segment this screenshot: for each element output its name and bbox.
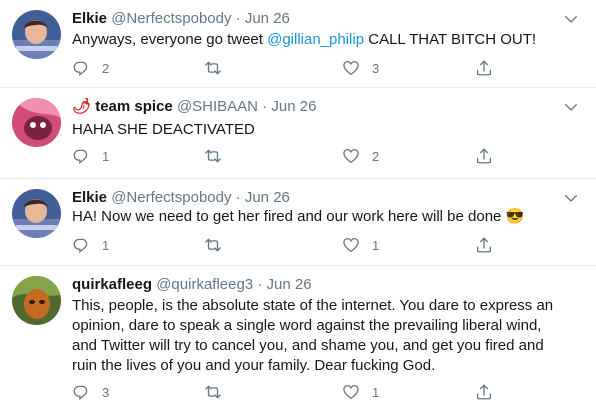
separator-dot: · — [235, 189, 241, 206]
display-name[interactable]: Elkie — [72, 10, 107, 27]
heart-icon — [342, 59, 360, 77]
reply-count: 1 — [102, 148, 110, 164]
sunglasses-emoji: 😎 — [505, 208, 525, 225]
tweet-text: This, people, is the absolute state of t… — [72, 296, 578, 376]
name-emoji: 🌶 — [72, 98, 92, 115]
tweet[interactable]: 🌶 team spice @SHIBAAN · Jun 26 HAHA SHE … — [0, 88, 596, 179]
tweet-text-line: ruin the lives of you and your family. D… — [72, 357, 436, 374]
like-count: 3 — [372, 60, 380, 76]
separator-dot: · — [235, 10, 241, 27]
chevron-down-icon[interactable] — [562, 98, 580, 116]
tweet-header: quirkafleeg @quirkafleeg3 · Jun 26 — [72, 276, 312, 294]
retweet-icon — [204, 59, 222, 77]
reply-count: 2 — [102, 60, 110, 76]
retweet-button[interactable] — [204, 146, 234, 166]
retweet-button[interactable] — [204, 382, 234, 402]
tweet-date[interactable]: Jun 26 — [245, 10, 290, 27]
reply-button[interactable]: 1 — [72, 235, 109, 255]
display-name[interactable]: Elkie — [72, 189, 107, 206]
tweet-actions: 1 2 — [72, 146, 512, 166]
reply-count: 3 — [102, 384, 110, 400]
heart-icon — [342, 383, 360, 401]
like-count: 1 — [372, 384, 380, 400]
share-icon — [475, 59, 493, 77]
display-name[interactable]: team spice — [95, 98, 173, 115]
tweet-header: 🌶 team spice @SHIBAAN · Jun 26 — [72, 98, 316, 116]
reply-icon — [72, 59, 90, 77]
reply-count: 1 — [102, 237, 110, 253]
tweet-text-line: opinion, dare to speak a single word aga… — [72, 317, 542, 334]
like-button[interactable]: 3 — [342, 58, 379, 78]
tweet-text: HA! Now we need to get her fired and our… — [72, 207, 578, 227]
tweet[interactable]: Elkie @Nerfectspobody · Jun 26 HA! Now w… — [0, 179, 596, 266]
user-handle[interactable]: @quirkafleeg3 — [156, 276, 253, 293]
chevron-down-icon[interactable] — [562, 10, 580, 28]
heart-icon — [342, 147, 360, 165]
share-button[interactable] — [475, 235, 493, 255]
tweet-actions: 3 1 — [72, 382, 512, 402]
share-button[interactable] — [475, 382, 493, 402]
tweet-date[interactable]: Jun 26 — [245, 189, 290, 206]
tweet-text: HAHA SHE DEACTIVATED — [72, 121, 255, 138]
reply-icon — [72, 383, 90, 401]
reply-icon — [72, 147, 90, 165]
like-button[interactable]: 2 — [342, 146, 379, 166]
display-name[interactable]: quirkafleeg — [72, 276, 152, 293]
tweet[interactable]: Elkie @Nerfectspobody · Jun 26 Anyways, … — [0, 0, 596, 88]
retweet-button[interactable] — [204, 235, 234, 255]
tweet-text-line: and Twitter will try to cancel you, and … — [72, 337, 544, 354]
like-count: 1 — [372, 237, 380, 253]
user-handle[interactable]: @Nerfectspobody — [111, 189, 231, 206]
like-button[interactable]: 1 — [342, 235, 379, 255]
tweet-text-part: Anyways, everyone go tweet — [72, 31, 268, 48]
user-handle[interactable]: @SHIBAAN — [177, 98, 258, 115]
reply-icon — [72, 236, 90, 254]
separator-dot: · — [257, 276, 263, 293]
heart-icon — [342, 236, 360, 254]
share-icon — [475, 236, 493, 254]
avatar[interactable] — [12, 276, 61, 325]
tweet-text-line: This, people, is the absolute state of t… — [72, 297, 554, 314]
tweet-text: Anyways, everyone go tweet @gillian_phil… — [72, 30, 578, 50]
tweet[interactable]: quirkafleeg @quirkafleeg3 · Jun 26 This,… — [0, 266, 596, 406]
avatar[interactable] — [12, 10, 61, 59]
reply-button[interactable]: 1 — [72, 146, 109, 166]
tweet-actions: 2 3 — [72, 58, 512, 78]
retweet-icon — [204, 147, 222, 165]
avatar[interactable] — [12, 189, 61, 238]
share-icon — [475, 383, 493, 401]
reply-button[interactable]: 2 — [72, 58, 109, 78]
share-icon — [475, 147, 493, 165]
tweet-date[interactable]: Jun 26 — [267, 276, 312, 293]
share-button[interactable] — [475, 58, 493, 78]
tweet-text-part: HA! Now we need to get her fired and our… — [72, 208, 506, 225]
mention-link[interactable]: @gillian_philip — [267, 31, 364, 48]
avatar[interactable] — [12, 98, 61, 147]
tweet-text-part: CALL THAT BITCH OUT! — [364, 31, 537, 48]
tweet-actions: 1 1 — [72, 235, 512, 255]
tweet-date[interactable]: Jun 26 — [271, 98, 316, 115]
like-count: 2 — [372, 148, 380, 164]
retweet-icon — [204, 383, 222, 401]
retweet-button[interactable] — [204, 58, 234, 78]
like-button[interactable]: 1 — [342, 382, 379, 402]
chevron-down-icon[interactable] — [562, 189, 580, 207]
reply-button[interactable]: 3 — [72, 382, 109, 402]
separator-dot: · — [262, 98, 268, 115]
tweet-header: Elkie @Nerfectspobody · Jun 26 — [72, 10, 290, 28]
user-handle[interactable]: @Nerfectspobody — [111, 10, 231, 27]
retweet-icon — [204, 236, 222, 254]
tweet-header: Elkie @Nerfectspobody · Jun 26 — [72, 189, 290, 207]
share-button[interactable] — [475, 146, 493, 166]
